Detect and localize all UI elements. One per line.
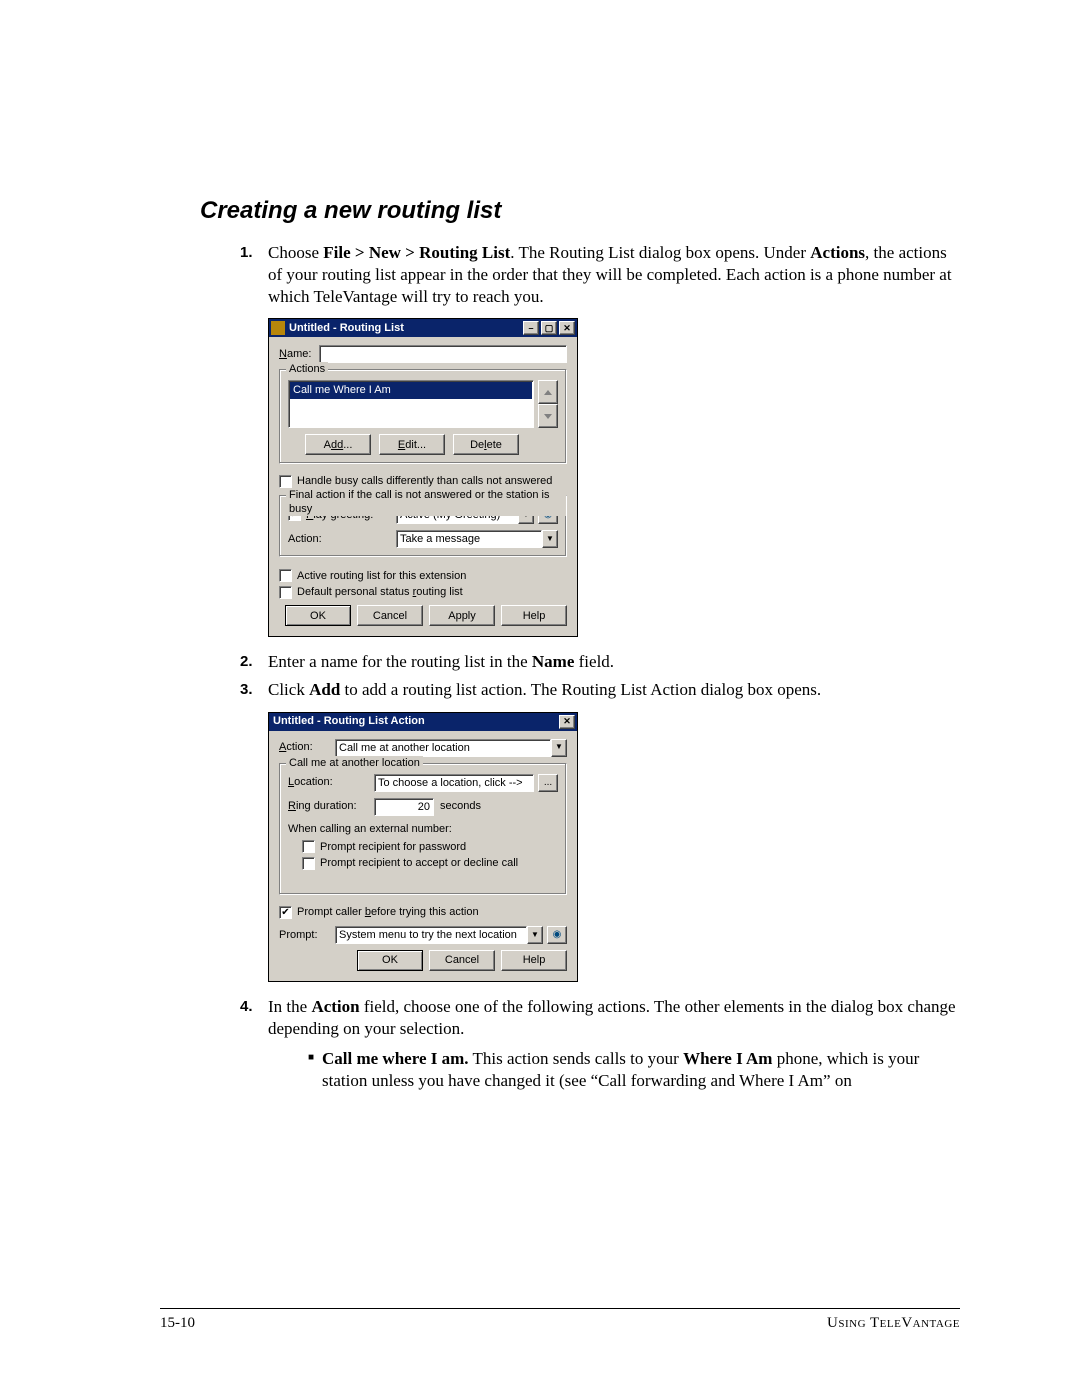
when-external-label: When calling an external number: bbox=[288, 822, 558, 836]
titlebar: Untitled - Routing List – ▢ ✕ bbox=[269, 319, 577, 337]
cancel-button[interactable]: Cancel bbox=[429, 950, 495, 971]
routing-list-action-dialog: Untitled - Routing List Action ✕ Action:… bbox=[268, 712, 578, 982]
final-action-group: Final action if the call is not answered… bbox=[279, 495, 567, 557]
chevron-down-icon[interactable]: ▼ bbox=[551, 739, 567, 757]
ring-unit: seconds bbox=[440, 799, 481, 813]
step-list-2: 2. Enter a name for the routing list in … bbox=[240, 651, 960, 701]
prompt-password-checkbox[interactable] bbox=[302, 840, 315, 853]
final-action-label: Action: bbox=[288, 532, 396, 546]
close-button[interactable]: ✕ bbox=[559, 321, 575, 335]
move-up-button[interactable] bbox=[538, 380, 558, 404]
active-routing-checkbox[interactable] bbox=[279, 569, 292, 582]
chevron-down-icon bbox=[544, 414, 552, 419]
bullet-icon: ■ bbox=[308, 1048, 322, 1092]
prompt-accept-label: Prompt recipient to accept or decline ca… bbox=[320, 856, 518, 870]
delete-button[interactable]: Delete bbox=[453, 434, 519, 455]
ring-duration-input[interactable]: 20 bbox=[374, 798, 434, 816]
step-1: 1. Choose File > New > Routing List. The… bbox=[240, 242, 960, 308]
step-2: 2. Enter a name for the routing list in … bbox=[240, 651, 960, 673]
step-1-body: Choose File > New > Routing List. The Ro… bbox=[268, 242, 960, 308]
footer-right: Using TeleVantage bbox=[827, 1314, 960, 1334]
add-button[interactable]: Add... bbox=[305, 434, 371, 455]
name-input[interactable] bbox=[319, 345, 567, 363]
step-3: 3. Click Add to add a routing list actio… bbox=[240, 679, 960, 701]
dialog-title: Untitled - Routing List bbox=[289, 321, 404, 335]
location-field[interactable]: To choose a location, click --> bbox=[374, 774, 534, 792]
action-combo[interactable]: Call me at another location ▼ bbox=[335, 739, 567, 757]
default-status-checkbox[interactable] bbox=[279, 586, 292, 599]
actions-group: Actions Call me Where I Am Add... Edit..… bbox=[279, 369, 567, 464]
actions-listbox[interactable]: Call me Where I Am bbox=[288, 380, 534, 428]
step-4: 4. In the Action field, choose one of th… bbox=[240, 996, 960, 1092]
app-icon bbox=[271, 321, 285, 335]
section-heading: Creating a new routing list bbox=[200, 195, 960, 226]
active-routing-label: Active routing list for this extension bbox=[297, 569, 466, 583]
footer: 15-10 Using TeleVantage bbox=[160, 1314, 960, 1334]
prompt-label: Prompt: bbox=[279, 928, 335, 942]
list-item-selected[interactable]: Call me Where I Am bbox=[290, 382, 532, 398]
edit-button[interactable]: Edit... bbox=[379, 434, 445, 455]
titlebar: Untitled - Routing List Action ✕ bbox=[269, 713, 577, 731]
footer-rule bbox=[160, 1308, 960, 1309]
default-status-label: Default personal status routing list bbox=[297, 585, 463, 599]
step-list: 1. Choose File > New > Routing List. The… bbox=[240, 242, 960, 308]
ok-button[interactable]: OK bbox=[357, 950, 423, 971]
name-label: Name: bbox=[279, 347, 319, 361]
prompt-combo[interactable]: System menu to try the next location ▼ bbox=[335, 926, 543, 944]
location-label: Location: bbox=[288, 775, 374, 789]
chevron-down-icon[interactable]: ▼ bbox=[527, 926, 543, 944]
step-list-3: 4. In the Action field, choose one of th… bbox=[240, 996, 960, 1092]
prompt-caller-checkbox[interactable]: ✔ bbox=[279, 906, 292, 919]
page-number: 15-10 bbox=[160, 1314, 195, 1334]
step-4-sublist: ■ Call me where I am. This action sends … bbox=[308, 1048, 960, 1092]
location-group: Call me at another location Location: To… bbox=[279, 763, 567, 896]
close-button[interactable]: ✕ bbox=[559, 715, 575, 729]
move-down-button[interactable] bbox=[538, 404, 558, 428]
dialog-title: Untitled - Routing List Action bbox=[271, 714, 425, 728]
prompt-password-label: Prompt recipient for password bbox=[320, 840, 466, 854]
browse-button[interactable]: ... bbox=[538, 774, 558, 792]
handle-busy-label: Handle busy calls differently than calls… bbox=[297, 474, 552, 488]
prompt-caller-label: Prompt caller before trying this action bbox=[297, 905, 479, 919]
apply-button[interactable]: Apply bbox=[429, 605, 495, 626]
handle-busy-checkbox[interactable] bbox=[279, 475, 292, 488]
ring-duration-label: Ring duration: bbox=[288, 799, 374, 813]
action-label: Action: bbox=[279, 740, 335, 754]
location-legend: Call me at another location bbox=[286, 756, 423, 770]
speaker-icon-button[interactable]: ◉ bbox=[547, 926, 567, 944]
minimize-button[interactable]: – bbox=[523, 321, 539, 335]
help-button[interactable]: Help bbox=[501, 605, 567, 626]
final-action-legend: Final action if the call is not answered… bbox=[286, 488, 566, 517]
prompt-accept-checkbox[interactable] bbox=[302, 857, 315, 870]
chevron-up-icon bbox=[544, 390, 552, 395]
chevron-down-icon[interactable]: ▼ bbox=[542, 530, 558, 548]
cancel-button[interactable]: Cancel bbox=[357, 605, 423, 626]
page: Creating a new routing list 1. Choose Fi… bbox=[0, 0, 1080, 1397]
routing-list-dialog: Untitled - Routing List – ▢ ✕ Name: Acti… bbox=[268, 318, 578, 637]
final-action-combo[interactable]: Take a message ▼ bbox=[396, 530, 558, 548]
ok-button[interactable]: OK bbox=[285, 605, 351, 626]
actions-legend: Actions bbox=[286, 362, 328, 376]
help-button[interactable]: Help bbox=[501, 950, 567, 971]
sub-item: ■ Call me where I am. This action sends … bbox=[308, 1048, 960, 1092]
maximize-button[interactable]: ▢ bbox=[541, 321, 557, 335]
